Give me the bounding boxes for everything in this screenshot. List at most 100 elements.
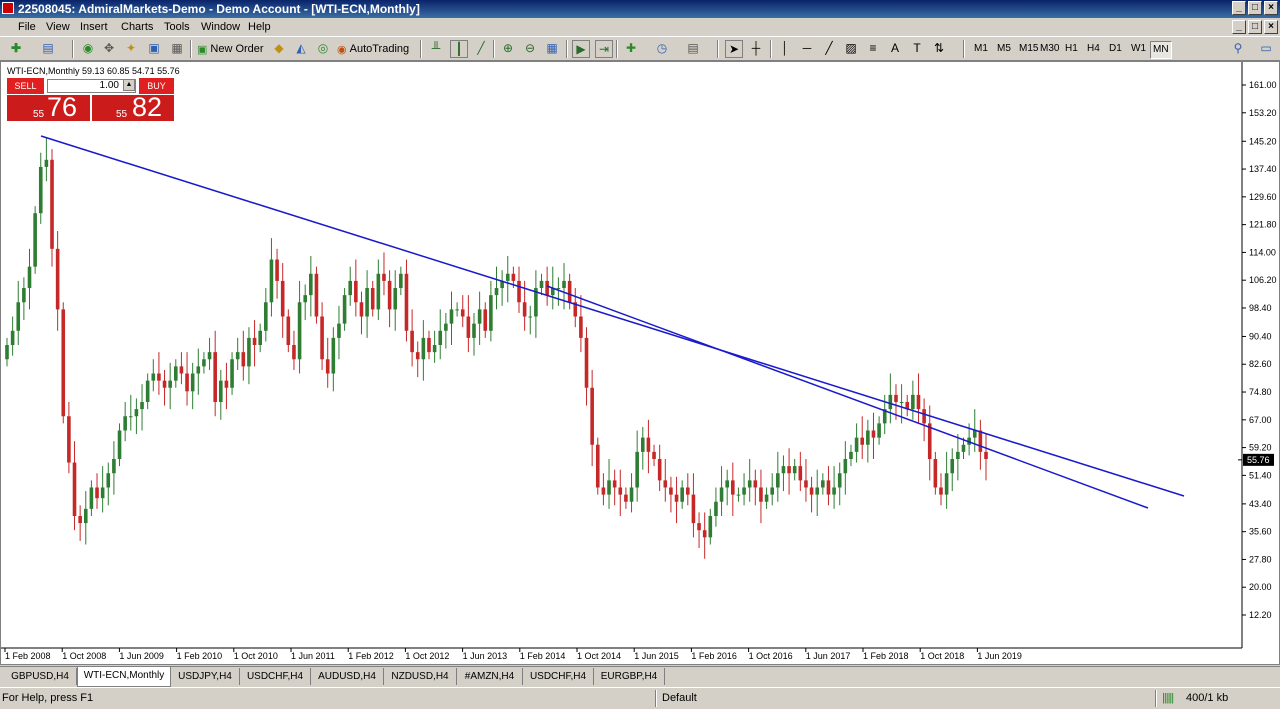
buy-price-button[interactable]: 55 82 xyxy=(92,93,174,121)
bar-chart-icon[interactable]: ╨ xyxy=(428,40,444,56)
tab-eurgbp-h4[interactable]: EURGBP,H4 xyxy=(594,668,665,685)
candle-body xyxy=(325,359,330,374)
timeframe-m5[interactable]: M5 xyxy=(995,41,1013,57)
chart-shift-icon[interactable]: ⇥ xyxy=(595,40,613,58)
channel-icon[interactable]: ▨ xyxy=(843,40,859,56)
candle-body xyxy=(421,337,426,360)
candle-body xyxy=(320,316,324,360)
search-icon[interactable]: ⚲ xyxy=(1230,40,1246,56)
tab-gbpusd-h4[interactable]: GBPUSD,H4 xyxy=(4,668,77,685)
price-tick-label: 106.20 xyxy=(1249,275,1277,285)
menu-view[interactable]: View xyxy=(46,21,70,33)
trendline-icon[interactable]: ╱ xyxy=(821,40,837,56)
data-window-icon[interactable]: ✥ xyxy=(101,40,117,56)
timeframe-d1[interactable]: D1 xyxy=(1107,41,1124,57)
autoscroll-icon[interactable]: ▶ xyxy=(572,40,590,58)
sell-price-button[interactable]: 55 76 xyxy=(7,93,90,121)
menu-help[interactable]: Help xyxy=(248,21,271,33)
status-bar: For Help, press F1 Default |||||| 400/1 … xyxy=(0,687,1280,709)
timeframe-h1[interactable]: H1 xyxy=(1063,41,1080,57)
sell-label[interactable]: SELL xyxy=(7,78,44,94)
mdi-restore-button[interactable]: □ xyxy=(1248,20,1262,34)
new-order-button[interactable]: ▣ New Order xyxy=(197,40,264,58)
candle-body xyxy=(680,487,684,502)
candle-body xyxy=(950,458,955,474)
lot-up-icon[interactable]: ▲ xyxy=(123,79,135,91)
timeframe-m30[interactable]: M30 xyxy=(1038,41,1061,57)
candle-body xyxy=(663,480,668,488)
line-chart-icon[interactable]: ╱ xyxy=(473,40,489,56)
zoom-in-icon[interactable]: ⊕ xyxy=(500,40,516,56)
candle-body xyxy=(235,352,240,360)
tab-audusd-h4[interactable]: AUDUSD,H4 xyxy=(311,668,384,685)
horizontal-line-icon[interactable]: ─ xyxy=(799,40,815,56)
candle-body xyxy=(168,380,172,388)
candle-body xyxy=(264,302,268,331)
menu-tools[interactable]: Tools xyxy=(164,21,190,33)
price-tick-label: 121.80 xyxy=(1249,220,1277,230)
candle-body xyxy=(286,316,291,346)
candle-body xyxy=(843,458,848,474)
market-watch-icon[interactable]: ◉ xyxy=(80,40,96,56)
candle-body xyxy=(894,394,898,403)
status-help: For Help, press F1 xyxy=(2,692,94,704)
timeframe-m15[interactable]: M15 xyxy=(1017,41,1040,57)
time-tick-label: 1 Oct 2012 xyxy=(405,651,449,661)
candle-body xyxy=(185,373,189,392)
timeframe-m1[interactable]: M1 xyxy=(972,41,990,57)
candle-body xyxy=(618,487,623,495)
metaeditor-icon[interactable]: ◆ xyxy=(271,40,287,56)
periods-icon[interactable]: ◷ xyxy=(654,40,670,56)
tab-usdchf-h4-2[interactable]: USDCHF,H4 xyxy=(523,668,594,685)
chart-window[interactable]: 161.00 153.20 145.20 137.40 129.60 121.80 114.… xyxy=(0,61,1280,665)
new-chart-icon[interactable]: ✚ xyxy=(8,40,24,56)
timeframe-h4[interactable]: H4 xyxy=(1085,41,1102,57)
close-button[interactable]: × xyxy=(1264,1,1278,15)
text-icon[interactable]: A xyxy=(887,40,903,56)
cursor-icon[interactable]: ➤ xyxy=(725,40,743,58)
market-icon[interactable]: ◎ xyxy=(315,40,331,56)
tab-nzdusd-h4[interactable]: NZDUSD,H4 xyxy=(384,668,457,685)
price-chart[interactable]: 161.00 153.20 145.20 137.40 129.60 121.80 114.… xyxy=(1,62,1279,664)
profiles-icon[interactable]: ▤ xyxy=(40,40,56,56)
vertical-line-icon[interactable]: │ xyxy=(777,40,793,56)
menu-insert[interactable]: Insert xyxy=(80,21,108,33)
chat-icon[interactable]: ▭ xyxy=(1258,40,1274,56)
tester-icon[interactable]: ▦ xyxy=(169,40,185,56)
candle-body xyxy=(202,359,206,367)
tab-usdjpy-h4[interactable]: USDJPY,H4 xyxy=(171,668,240,685)
tab-amzn-h4[interactable]: #AMZN,H4 xyxy=(457,668,523,685)
timeframe-mn[interactable]: MN xyxy=(1150,41,1172,59)
timeframe-w1[interactable]: W1 xyxy=(1129,41,1148,57)
menu-window[interactable]: Window xyxy=(201,21,240,33)
candle-body xyxy=(134,409,139,417)
window-title: 22508045: AdmiralMarkets-Demo - Demo Acc… xyxy=(18,2,420,16)
maximize-button[interactable]: □ xyxy=(1248,1,1262,15)
menu-file[interactable]: File xyxy=(18,21,36,33)
minimize-button[interactable]: _ xyxy=(1232,1,1246,15)
autotrading-label: AutoTrading xyxy=(349,43,410,55)
terminal-icon[interactable]: ▣ xyxy=(146,40,162,56)
menu-charts[interactable]: Charts xyxy=(121,21,153,33)
indicators-icon[interactable]: ✚ xyxy=(623,40,639,56)
autotrading-button[interactable]: ◉ AutoTrading xyxy=(337,40,409,58)
navigator-icon[interactable]: ✦ xyxy=(123,40,139,56)
arrows-icon[interactable]: ⇅ xyxy=(931,40,947,56)
candle-body xyxy=(342,295,347,324)
mdi-minimize-button[interactable]: _ xyxy=(1232,20,1246,34)
candle-body xyxy=(804,480,808,488)
crosshair-icon[interactable]: ┼ xyxy=(748,40,764,56)
fibonacci-icon[interactable]: ≡ xyxy=(865,40,881,56)
signals-icon[interactable]: ◭ xyxy=(293,40,309,56)
candle-body xyxy=(866,430,870,445)
zoom-out-icon[interactable]: ⊖ xyxy=(522,40,538,56)
candle-body xyxy=(652,451,656,459)
tab-usdchf-h4[interactable]: USDCHF,H4 xyxy=(240,668,311,685)
templates-icon[interactable]: ▤ xyxy=(685,40,701,56)
tile-windows-icon[interactable]: ▦ xyxy=(544,40,560,56)
mdi-close-button[interactable]: × xyxy=(1264,20,1278,34)
candle-body xyxy=(387,280,392,310)
text-label-icon[interactable]: T xyxy=(909,40,925,56)
candlestick-icon[interactable]: ┃ xyxy=(450,40,468,58)
tab-wti-ecn-monthly[interactable]: WTI-ECN,Monthly xyxy=(77,667,171,687)
